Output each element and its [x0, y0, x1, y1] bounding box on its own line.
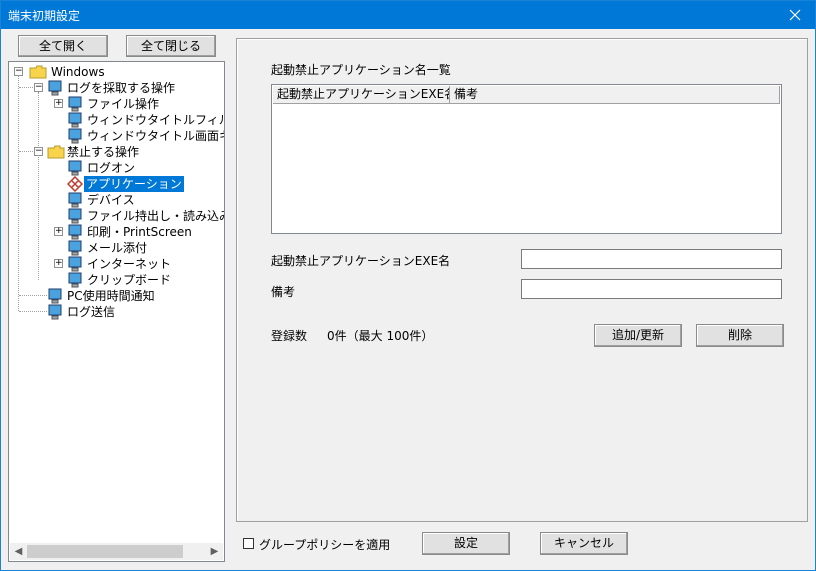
monitor-icon — [68, 128, 82, 144]
scroll-right-icon[interactable]: ▶ — [206, 543, 223, 560]
tree-node-label: クリップボード — [87, 273, 172, 287]
ok-button[interactable]: 設定 — [422, 532, 510, 555]
monitor-icon — [68, 240, 82, 256]
exe-name-input[interactable] — [521, 249, 782, 269]
settings-dialog: 端末初期設定 全て開く 全て閉じる − Windows − ログを採取する操作 … — [0, 0, 816, 571]
tree-node-label: アプリケーション — [84, 176, 184, 192]
tree-node-pc-usage-notice[interactable]: PC使用時間通知 — [13, 288, 223, 304]
cancel-button[interactable]: キャンセル — [540, 532, 628, 555]
prohibited-app-list[interactable]: 起動禁止アプリケーションEXE名 備考 — [271, 84, 782, 234]
tree-node-label: ログを採取する操作 — [67, 81, 176, 95]
expand-icon[interactable]: + — [54, 99, 63, 108]
count-value: 0件（最大 100件） — [327, 329, 434, 343]
note-label: 備考 — [271, 285, 296, 299]
monitor-icon — [68, 112, 82, 128]
column-header-note[interactable]: 備考 — [450, 86, 780, 104]
tree-node-label: ウィンドウタイトル画面キャ — [87, 129, 224, 143]
monitor-icon — [48, 288, 62, 304]
close-button[interactable] — [775, 1, 815, 29]
add-update-button[interactable]: 追加/更新 — [594, 324, 682, 347]
tree-node-label: PC使用時間通知 — [67, 289, 155, 303]
note-input[interactable] — [521, 279, 782, 299]
expand-icon[interactable]: + — [54, 259, 63, 268]
tree-node-device[interactable]: デバイス — [13, 192, 223, 208]
tree-node-label: 禁止する操作 — [67, 145, 140, 159]
scrollbar-thumb[interactable] — [27, 545, 183, 558]
monitor-icon — [68, 192, 82, 208]
tree-node-label: ファイル操作 — [87, 97, 160, 111]
tree-node-file-transfer[interactable]: ファイル持出し・読み込み — [13, 208, 225, 224]
tree-node-logon[interactable]: ログオン — [13, 160, 223, 176]
prohibited-app-icon — [67, 176, 83, 192]
monitor-icon — [48, 304, 62, 320]
collapse-icon[interactable]: − — [34, 83, 43, 92]
group-policy-checkbox[interactable]: グループポリシーを適用 — [243, 536, 403, 552]
folder-icon — [29, 65, 47, 79]
tree-node-label: ログオン — [87, 161, 136, 175]
tree-node-label: ウィンドウタイトルフィルタ — [87, 113, 224, 127]
monitor-icon — [68, 272, 82, 288]
exe-name-label: 起動禁止アプリケーションEXE名 — [271, 254, 451, 268]
expand-all-button[interactable]: 全て開く — [18, 35, 108, 57]
checkbox-box[interactable] — [243, 538, 254, 549]
tree-node-prohibited-operations[interactable]: − 禁止する操作 — [13, 144, 223, 160]
tree-node-mail-attachment[interactable]: メール添付 — [13, 240, 223, 256]
tree-node-application[interactable]: アプリケーション — [13, 176, 223, 192]
group-policy-label: グループポリシーを適用 — [259, 538, 391, 552]
collapse-icon[interactable]: − — [14, 67, 23, 76]
monitor-icon — [68, 224, 82, 240]
tree-node-label: デバイス — [87, 193, 135, 207]
monitor-icon — [68, 96, 82, 112]
close-icon — [789, 9, 801, 21]
tree-node-label: ログ送信 — [67, 305, 116, 319]
scroll-left-icon[interactable]: ◀ — [10, 543, 27, 560]
monitor-icon — [48, 80, 62, 96]
title-bar[interactable]: 端末初期設定 — [1, 1, 815, 29]
tree-node-label: 印刷・PrintScreen — [87, 225, 192, 239]
tree-node-window-title-filter[interactable]: ウィンドウタイトルフィルタ — [13, 112, 224, 128]
delete-button[interactable]: 削除 — [696, 324, 784, 347]
tree-horizontal-scrollbar[interactable]: ◀ ▶ — [10, 543, 223, 560]
monitor-icon — [68, 160, 82, 176]
monitor-icon — [68, 208, 82, 224]
settings-tree[interactable]: − Windows − ログを採取する操作 + ファイル操作 ウィンドウタイトル… — [8, 61, 225, 562]
count-label: 登録数 — [271, 329, 308, 343]
tree-node-internet[interactable]: + インターネット — [13, 256, 223, 272]
tree-node-window-title-capture[interactable]: ウィンドウタイトル画面キャ — [13, 128, 224, 144]
list-header: 起動禁止アプリケーションEXE名 備考 — [273, 86, 780, 104]
tree-node-label: Windows — [51, 65, 105, 79]
app-list-title: 起動禁止アプリケーション名一覧 — [271, 63, 451, 77]
tree-node-label: インターネット — [87, 257, 172, 271]
folder-icon — [47, 145, 65, 159]
window-title: 端末初期設定 — [8, 9, 81, 23]
tree-node-log-send[interactable]: ログ送信 — [13, 304, 223, 320]
expand-icon[interactable]: + — [54, 227, 63, 236]
column-header-exe-name[interactable]: 起動禁止アプリケーションEXE名 — [273, 86, 450, 104]
monitor-icon — [68, 256, 82, 272]
tree-node-label: メール添付 — [87, 241, 148, 255]
tree-node-print-screen[interactable]: + 印刷・PrintScreen — [13, 224, 223, 240]
tree-node-windows[interactable]: − Windows — [13, 64, 213, 80]
tree-node-file-operations[interactable]: + ファイル操作 — [13, 96, 223, 112]
collapse-all-button[interactable]: 全て閉じる — [126, 35, 216, 57]
tree-node-log-operations[interactable]: − ログを採取する操作 — [13, 80, 223, 96]
tree-node-label: ファイル持出し・読み込み — [87, 209, 225, 223]
tree-node-clipboard[interactable]: クリップボード — [13, 272, 223, 288]
collapse-icon[interactable]: − — [34, 147, 43, 156]
